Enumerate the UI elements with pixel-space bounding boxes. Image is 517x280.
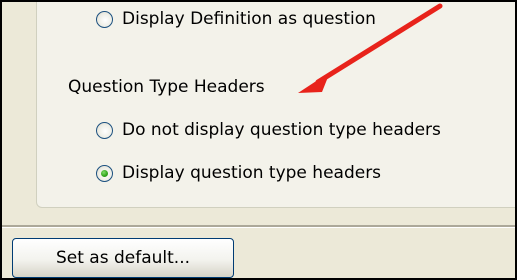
radio-label-display-headers: Display question type headers xyxy=(122,163,382,183)
divider xyxy=(0,225,517,228)
radio-label-do-not-display-headers: Do not display question type headers xyxy=(122,120,441,140)
radio-label-display-definition: Display Definition as question xyxy=(122,9,376,29)
radio-selected-dot-icon xyxy=(101,169,108,177)
radio-display-definition[interactable]: Display Definition as question xyxy=(96,9,376,29)
question-type-headers-label: Question Type Headers xyxy=(68,77,265,97)
radio-button-icon[interactable] xyxy=(96,121,113,139)
radio-button-selected-icon[interactable] xyxy=(96,164,113,182)
radio-button-icon[interactable] xyxy=(96,10,113,28)
radio-do-not-display-headers[interactable]: Do not display question type headers xyxy=(96,120,441,140)
set-as-default-button[interactable]: Set as default... xyxy=(12,238,234,278)
radio-display-headers[interactable]: Display question type headers xyxy=(96,163,381,183)
